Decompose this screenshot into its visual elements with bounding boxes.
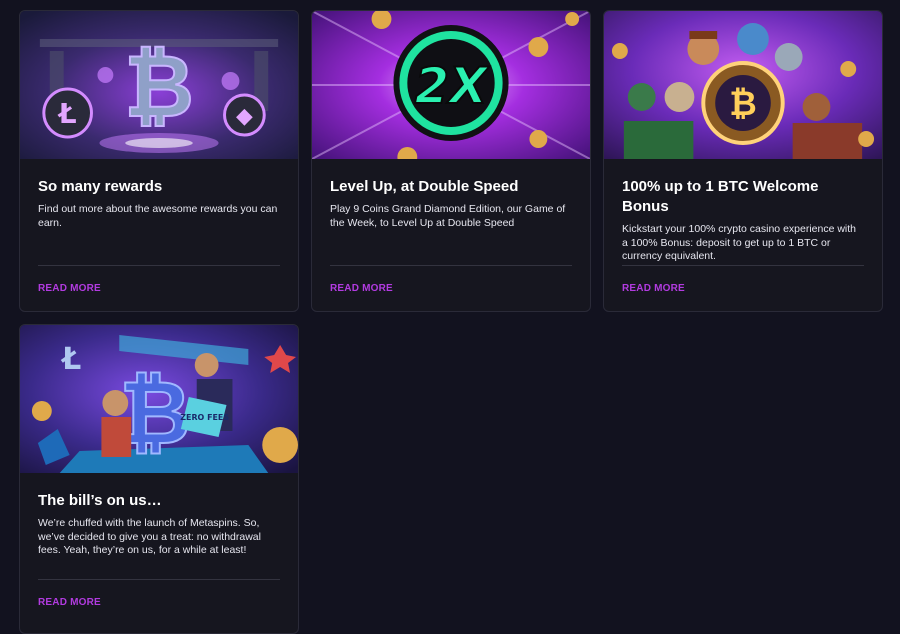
card-divider <box>38 579 280 580</box>
promo-card-rewards[interactable]: ₿ Ł ◆ So many rewards Find out more abou… <box>19 10 299 312</box>
zero-fees-tag-text: ZERO FEES <box>180 413 229 422</box>
card-description: Kickstart your 100% crypto casino experi… <box>622 223 857 262</box>
svg-text:₿: ₿ <box>729 84 756 123</box>
card-description: Play 9 Coins Grand Diamond Edition, our … <box>330 203 566 229</box>
svg-text:◆: ◆ <box>236 104 253 129</box>
svg-text:Ł: Ł <box>60 342 81 377</box>
card-title: 100% up to 1 BTC Welcome Bonus <box>622 178 819 215</box>
card-divider <box>330 265 572 266</box>
read-more-link[interactable]: READ MORE <box>38 283 101 294</box>
characters-bitcoin-image: ₿ <box>604 11 882 159</box>
zero-fees-image: ₿ Ł ZERO FEES <box>20 325 298 473</box>
card-title: The bill’s on us… <box>38 492 162 509</box>
card-title: Level Up, at Double Speed <box>330 178 519 195</box>
svg-text:₿: ₿ <box>124 37 194 137</box>
2x-badge-image: 2X <box>312 11 590 159</box>
read-more-link[interactable]: READ MORE <box>622 283 685 294</box>
read-more-link[interactable]: READ MORE <box>38 597 101 608</box>
promotions-grid: ₿ Ł ◆ So many rewards Find out more abou… <box>19 10 883 634</box>
card-divider <box>38 265 280 266</box>
card-divider <box>622 265 864 266</box>
promo-card-welcome-bonus[interactable]: ₿ 100% up to 1 BTC Welcome Bonus Kicksta… <box>603 10 883 312</box>
card-description: We’re chuffed with the launch of Metaspi… <box>38 517 261 556</box>
promo-card-zero-fees[interactable]: ₿ Ł ZERO FEES The bill’s on us… We’re ch… <box>19 324 299 634</box>
card-title: So many rewards <box>38 178 163 195</box>
svg-text:Ł: Ł <box>57 97 77 130</box>
bitcoin-vault-image: ₿ Ł ◆ <box>20 11 298 159</box>
promo-card-level-up[interactable]: 2X Level Up, at Double Speed Play 9 Coin… <box>311 10 591 312</box>
2x-badge-text: 2X <box>415 57 490 115</box>
read-more-link[interactable]: READ MORE <box>330 283 393 294</box>
card-description: Find out more about the awesome rewards … <box>38 203 278 229</box>
